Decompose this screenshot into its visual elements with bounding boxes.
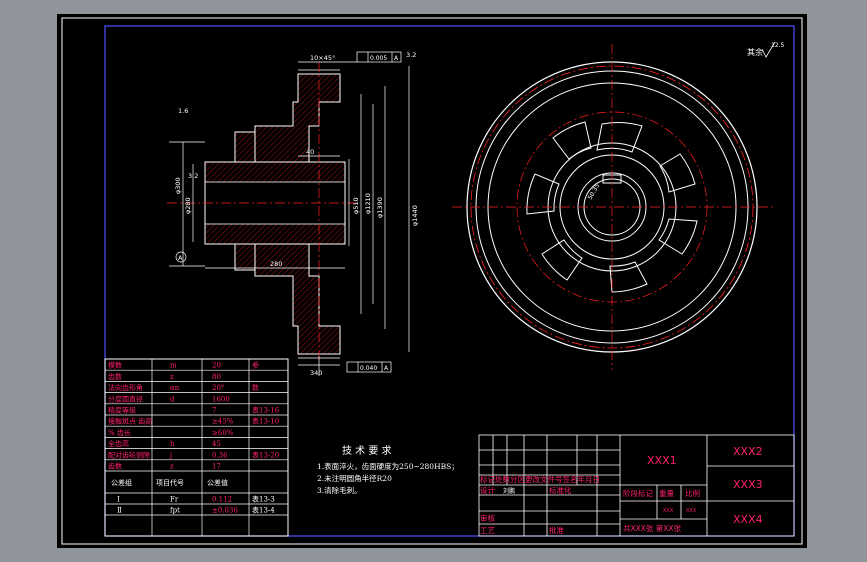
group-header-sym: 项目代号 <box>156 478 184 487</box>
weight-value: XXX <box>663 508 674 514</box>
param-symbol: j <box>169 451 172 459</box>
param-value: 17 <box>212 463 221 471</box>
param-name: 分度圆直径 <box>108 394 143 403</box>
group-row-val: ±0.036 <box>212 507 238 515</box>
param-note: 表13-16 <box>252 406 280 415</box>
param-value: 20° <box>212 384 224 392</box>
param-symbol: m <box>170 362 177 370</box>
revision-header: 标记处数分区更改文件号签名年月日 <box>480 474 600 484</box>
dim-rough-top: 3.2 <box>406 51 416 59</box>
param-note: 表13-10 <box>252 417 279 426</box>
tech-requirements: 技 术 要 求 1.表面淬火，齿面硬度为250~280HBS； 2.未注明圆角半… <box>317 444 459 495</box>
design-label: 设计 <box>480 485 495 495</box>
stage-mark-label: 阶段标记 <box>623 488 653 498</box>
param-value: 7 <box>212 407 216 415</box>
dim-rim-out: φ1440 <box>411 205 419 226</box>
approve-label: 批准 <box>549 525 564 535</box>
param-value: 80 <box>212 373 221 381</box>
param-symbol: αn <box>170 384 180 392</box>
param-symbol: z <box>170 463 174 471</box>
section-upper <box>234 73 341 163</box>
drawing-svg: 其余 12.5 10×45° 1.6 3.2 3.2 40 280 340 φ3… <box>61 17 803 545</box>
group-row-sym: Fr <box>170 496 179 504</box>
param-name: 接触斑点 齿高 <box>108 417 152 426</box>
tol-bottom-ref: A <box>384 365 389 372</box>
param-name: 精度等级 <box>108 406 136 415</box>
dim-340: 340 <box>310 369 322 377</box>
param-name: 配对齿轮侧隙 <box>108 450 150 459</box>
param-name: 法向齿形角 <box>108 383 143 392</box>
param-symbol: d <box>170 395 175 403</box>
section-view: 10×45° 1.6 3.2 3.2 40 280 340 φ300 φ280 … <box>167 51 419 377</box>
scale-value: XXX <box>686 508 697 514</box>
tech-req-title: 技 术 要 求 <box>342 444 392 457</box>
group-row-name: Ⅱ <box>117 507 122 515</box>
title-xxx1: XXX1 <box>647 454 677 467</box>
title-xxx2: XXX2 <box>733 445 763 458</box>
title-xxx4: XXX4 <box>733 513 763 526</box>
group-header-val: 公差值 <box>207 478 228 487</box>
param-name: % 齿长 <box>108 428 131 437</box>
param-value: 20 <box>212 362 221 370</box>
tech-req-2: 2.未注明圆角半径R20 <box>317 473 392 483</box>
param-name: 齿数 <box>108 372 122 381</box>
param-table: 模数 m 20 参齿数 z 80 法向齿形角 αn 20° 数分度圆直径 d 1600 精度等级 7 表13… <box>104 358 289 537</box>
param-value: 1600 <box>212 395 230 403</box>
standard-label: 标准化 <box>549 485 572 495</box>
group-row-sym: fpt <box>170 507 180 515</box>
tech-req-1: 1.表面淬火，齿面硬度为250~280HBS； <box>317 461 459 471</box>
process-label: 工艺 <box>480 526 495 535</box>
dim-40: 40 <box>306 148 314 156</box>
sheet-info: 共XXX张 第XX张 <box>623 523 682 533</box>
datum-label: A <box>178 254 183 262</box>
group-row-val: 0.112 <box>212 496 232 504</box>
group-row-note: 表13-4 <box>252 506 275 515</box>
dim-rim-in: φ1390 <box>376 197 384 218</box>
group-header-name: 公差组 <box>111 478 132 487</box>
tol-top-ref: A <box>394 55 399 62</box>
param-value: ≥60% <box>212 429 234 437</box>
dim-bore: φ280 <box>184 197 192 214</box>
param-note: 参 <box>252 361 259 370</box>
dim-rough-bore: 3.2 <box>188 172 198 180</box>
drawing-canvas[interactable]: 其余 12.5 10×45° 1.6 3.2 3.2 40 280 340 φ3… <box>57 14 807 548</box>
scale-label: 比例 <box>685 488 700 498</box>
dim-chamfer: 10×45° <box>310 54 335 62</box>
param-name: 模数 <box>108 361 122 370</box>
review-label: 审核 <box>480 513 495 523</box>
roughness-label: 其余 <box>747 47 763 57</box>
dim-280: 280 <box>270 260 282 268</box>
param-note: 表13-20 <box>252 450 279 459</box>
param-note: 数 <box>252 383 259 392</box>
design-name: 刘鹏 <box>503 487 515 495</box>
dim-hub-outer: φ300 <box>174 177 182 194</box>
param-name: 齿数 <box>108 462 122 471</box>
tol-top-value: 0.005 <box>370 55 387 62</box>
section-lower <box>234 243 341 355</box>
title-block: XXX1 XXX2 XXX3 XXX4 标记处数分区更改文件号签名年月日 设计 … <box>478 434 795 537</box>
group-row-note: 表13-3 <box>252 495 275 504</box>
weight-label: 重量 <box>659 489 674 498</box>
param-value: 0.36 <box>212 451 228 459</box>
param-value: ≥45% <box>212 418 234 426</box>
hub-top-section <box>204 161 346 183</box>
group-row-name: Ⅰ <box>117 496 120 504</box>
tech-req-3: 3.清除毛刺。 <box>317 485 362 495</box>
param-symbol: z <box>170 373 174 381</box>
param-symbol: h <box>170 440 175 448</box>
front-view: 50.35 <box>452 44 775 370</box>
hub-bottom-section <box>204 223 346 245</box>
param-value: 45 <box>212 440 221 448</box>
title-xxx3: XXX3 <box>733 478 763 491</box>
dim-rough-web: 1.6 <box>178 107 188 115</box>
dim-web: φ510 <box>352 197 360 214</box>
cad-viewport[interactable]: 其余 12.5 10×45° 1.6 3.2 3.2 40 280 340 φ3… <box>0 0 867 562</box>
keyway-dim: 50.35 <box>587 182 602 201</box>
tol-bottom-value: 0.040 <box>360 365 377 372</box>
param-name: 全齿高 <box>108 439 129 448</box>
dim-web2: φ1210 <box>364 193 372 214</box>
